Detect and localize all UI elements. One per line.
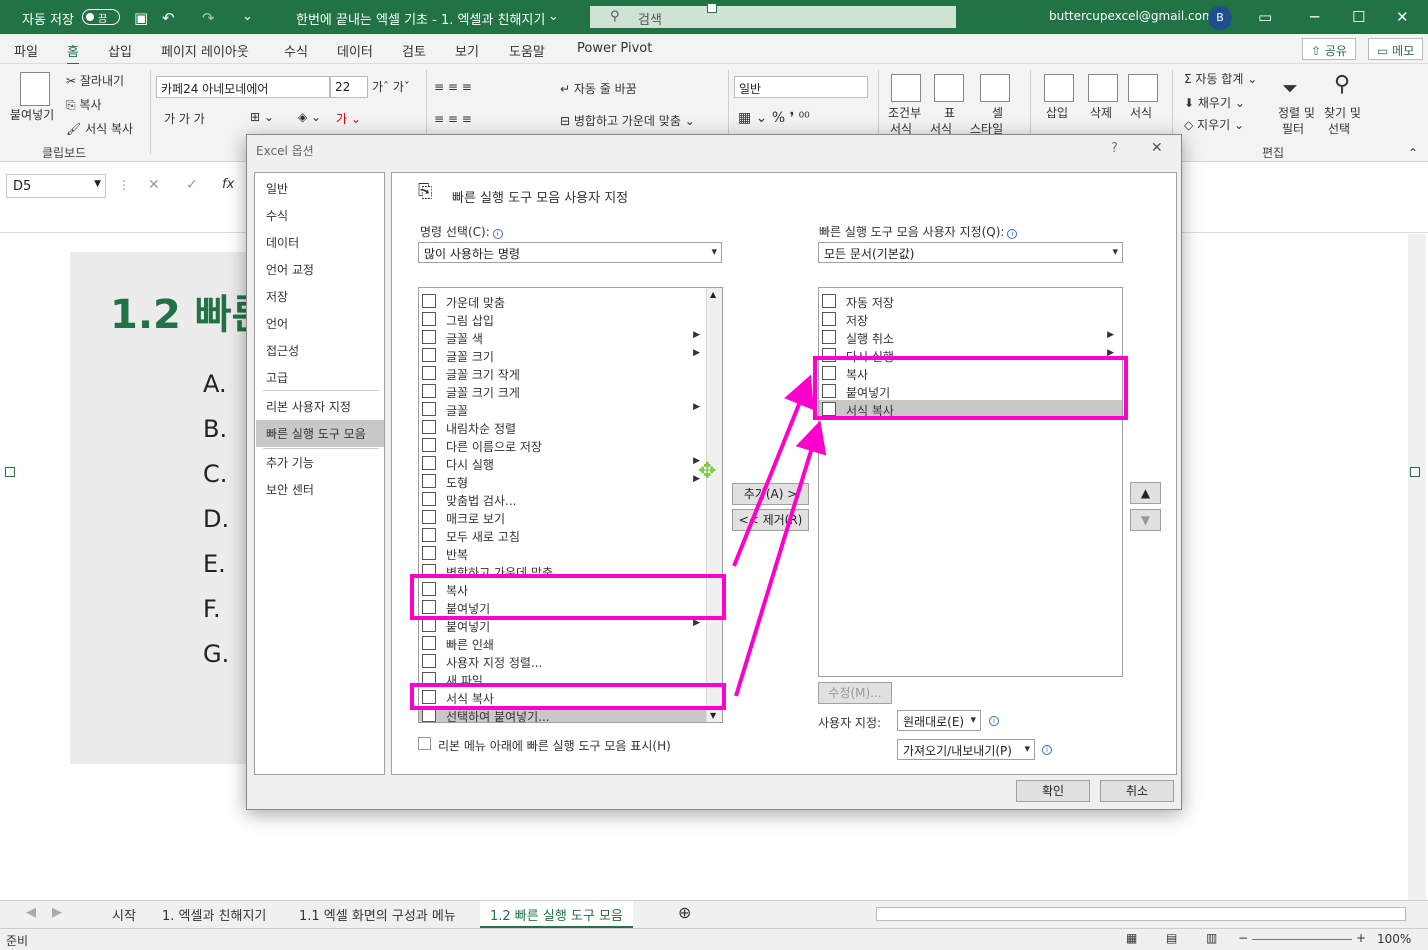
- arrow-copy-paste: [732, 374, 814, 567]
- annotation-arrows: [732, 374, 827, 697]
- arrow-format-painter: [734, 420, 827, 697]
